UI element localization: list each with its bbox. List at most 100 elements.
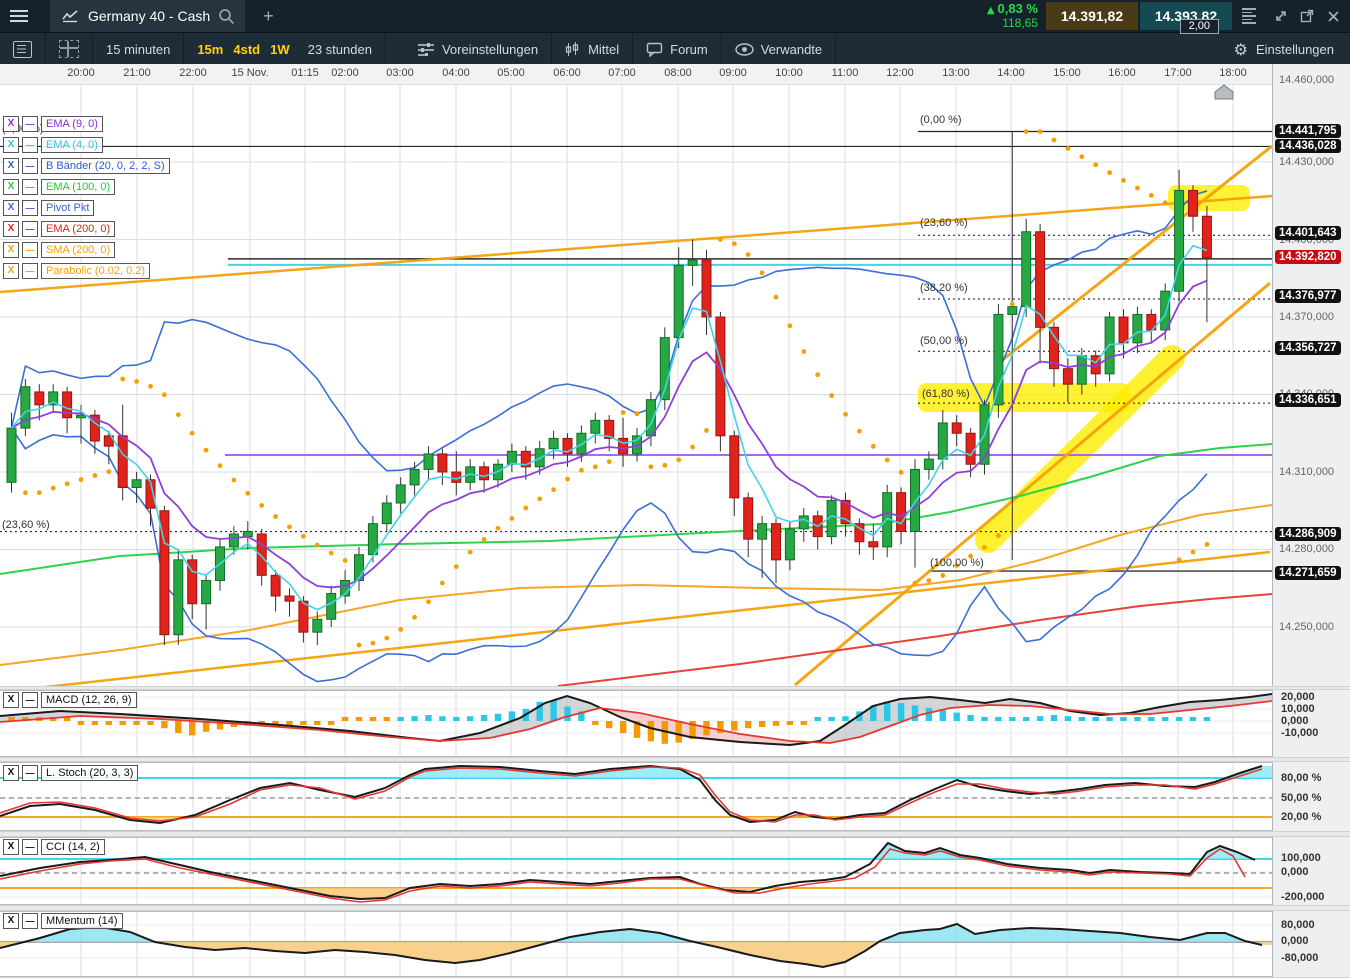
preset-1w[interactable]: 1W bbox=[265, 33, 295, 65]
legend-label[interactable]: B Bänder (20, 0, 2, 2, S) bbox=[41, 157, 170, 174]
indicator-axis-label: 80,000 bbox=[1281, 919, 1315, 931]
time-label: 01:15 bbox=[291, 67, 319, 79]
legend-minimize-button[interactable]: — bbox=[22, 262, 38, 279]
price-grid-label: 14.430,000 bbox=[1279, 156, 1335, 168]
preset-15m[interactable]: 15m bbox=[184, 33, 228, 65]
momentum-panel[interactable] bbox=[0, 911, 1272, 977]
legend-label[interactable]: EMA (100, 0) bbox=[41, 178, 116, 195]
legend-minimize-button[interactable]: — bbox=[22, 178, 38, 195]
time-label: 08:00 bbox=[664, 67, 692, 79]
price-level-badge: 14.336,651 bbox=[1275, 393, 1341, 407]
indicator-axis-label: 80,00 % bbox=[1281, 772, 1322, 784]
indicator-axis-label: 0,000 bbox=[1281, 866, 1309, 878]
grid-layout-icon[interactable] bbox=[46, 33, 93, 65]
legend-minimize-button[interactable]: — bbox=[22, 157, 38, 174]
indicator-axis-label: -200,000 bbox=[1281, 891, 1325, 903]
mittel-button[interactable]: Mittel bbox=[552, 33, 634, 65]
legend-label[interactable]: EMA (9, 0) bbox=[41, 115, 103, 132]
time-label: 05:00 bbox=[497, 67, 525, 79]
time-axis[interactable]: 20:00 21:00 22:00 15 Nov. 01:15 02:00 03:00 04:… bbox=[0, 64, 1272, 85]
legend-remove-button[interactable]: X bbox=[3, 157, 19, 174]
legend-label[interactable]: EMA (4, 0) bbox=[41, 136, 103, 153]
legend-minimize-button[interactable]: — bbox=[22, 220, 38, 237]
up-triangle-icon: ▲ bbox=[986, 5, 995, 16]
indicator-axis-label: 20,00 % bbox=[1281, 811, 1322, 823]
forum-button[interactable]: Forum bbox=[633, 33, 722, 65]
indicator-axis-label: 0,000 bbox=[1281, 715, 1309, 727]
panel-separator bbox=[0, 757, 1350, 762]
legend-remove-button[interactable]: X bbox=[3, 115, 19, 132]
close-icon[interactable] bbox=[1320, 3, 1346, 29]
range-button[interactable]: 23 stunden bbox=[295, 33, 386, 65]
price-axis[interactable]: 14.460,000 14.430,000 14.400,000 14.370,000… bbox=[1272, 64, 1350, 978]
legend-remove-button[interactable]: X bbox=[3, 262, 19, 279]
legend-remove-button[interactable]: X bbox=[3, 199, 19, 216]
indicator-axis-label: -80,000 bbox=[1281, 952, 1319, 964]
legend-remove-button[interactable]: X bbox=[3, 220, 19, 237]
legend-row-0: X — EMA (9, 0) bbox=[3, 115, 103, 132]
price-level-badge: 14.441,795 bbox=[1275, 124, 1341, 138]
time-label: 15 Nov. bbox=[231, 67, 269, 79]
legend-remove-button[interactable]: X bbox=[3, 912, 19, 929]
legend-label[interactable]: MACD (12, 26, 9) bbox=[41, 691, 137, 708]
price-grid-label: 14.280,000 bbox=[1279, 543, 1335, 555]
preset-4std[interactable]: 4std bbox=[228, 33, 265, 65]
svg-text:(100,00 %): (100,00 %) bbox=[930, 557, 984, 569]
legend-minimize-button[interactable]: — bbox=[22, 691, 38, 708]
legend-minimize-button[interactable]: — bbox=[22, 136, 38, 153]
settings-button[interactable]: ⚙ Einstellungen bbox=[1218, 40, 1350, 59]
instrument-tab[interactable]: Germany 40 - Cash bbox=[50, 0, 246, 32]
list-view-icon[interactable] bbox=[0, 33, 46, 65]
legend-row-2: X — B Bänder (20, 0, 2, 2, S) bbox=[3, 157, 170, 174]
legend-minimize-button[interactable]: — bbox=[22, 115, 38, 132]
legend-remove-button[interactable]: X bbox=[3, 691, 19, 708]
main-chart[interactable]: (0,00 %) (23,60 %) (38,20 %) (50,00 %) (61,8… bbox=[0, 84, 1272, 686]
legend-label[interactable]: Parabolic (0.02, 0.2) bbox=[41, 262, 151, 279]
time-label: 18:00 bbox=[1219, 67, 1247, 79]
price-level-badge: 14.436,028 bbox=[1275, 139, 1341, 153]
chart-toolbar: 15 minuten 15m 4std 1W 23 stunden Vorein… bbox=[0, 32, 1350, 65]
indicator-axis-label: 20,000 bbox=[1281, 691, 1315, 703]
sell-button[interactable]: 14.391,82 bbox=[1046, 2, 1138, 30]
time-label: 20:00 bbox=[67, 67, 95, 79]
price-level-badge: 14.286,909 bbox=[1275, 527, 1341, 541]
price-level-badge: 14.271,659 bbox=[1275, 566, 1341, 580]
stoch-panel[interactable] bbox=[0, 762, 1272, 831]
legend-minimize-button[interactable]: — bbox=[22, 838, 38, 855]
legend-label[interactable]: L. Stoch (20, 3, 3) bbox=[41, 764, 139, 781]
add-tab-icon[interactable]: + bbox=[263, 6, 274, 27]
legend-remove-button[interactable]: X bbox=[3, 136, 19, 153]
candles-icon bbox=[565, 41, 579, 56]
legend-remove-button[interactable]: X bbox=[3, 838, 19, 855]
legend-minimize-button[interactable]: — bbox=[22, 764, 38, 781]
search-icon[interactable] bbox=[218, 8, 235, 25]
panel-legend-1: X — L. Stoch (20, 3, 3) bbox=[3, 764, 139, 781]
legend-label[interactable]: Pivot Pkt bbox=[41, 199, 95, 216]
depth-icon[interactable] bbox=[1242, 6, 1262, 26]
legend-minimize-button[interactable]: — bbox=[22, 912, 38, 929]
legend-label[interactable]: CCI (14, 2) bbox=[41, 838, 105, 855]
cci-panel[interactable] bbox=[0, 837, 1272, 905]
eye-icon bbox=[735, 42, 754, 56]
legend-minimize-button[interactable]: — bbox=[22, 199, 38, 216]
legend-remove-button[interactable]: X bbox=[3, 178, 19, 195]
expand-icon[interactable] bbox=[1268, 3, 1294, 29]
legend-label[interactable]: EMA (200, 0) bbox=[41, 220, 116, 237]
panel-legend-2: X — CCI (14, 2) bbox=[3, 838, 105, 855]
timeframe-button[interactable]: 15 minuten bbox=[93, 33, 185, 65]
price-change: ▲ 0,83 % 118,65 bbox=[986, 1, 1038, 30]
price-grid-label: 14.370,000 bbox=[1279, 311, 1335, 323]
menu-icon[interactable] bbox=[0, 0, 38, 32]
legend-label[interactable]: MMentum (14) bbox=[41, 912, 123, 929]
spread-badge: 2,00 bbox=[1179, 19, 1219, 34]
panel-separator bbox=[0, 686, 1350, 690]
panel-separator bbox=[0, 831, 1350, 837]
legend-minimize-button[interactable]: — bbox=[22, 241, 38, 258]
legend-remove-button[interactable]: X bbox=[3, 764, 19, 781]
legend-label[interactable]: SMA (200, 0) bbox=[41, 241, 116, 258]
legend-remove-button[interactable]: X bbox=[3, 241, 19, 258]
popout-icon[interactable] bbox=[1294, 3, 1320, 29]
related-button[interactable]: Verwandte bbox=[722, 33, 837, 65]
macd-panel[interactable] bbox=[0, 690, 1272, 757]
presets-button[interactable]: Voreinstellungen bbox=[404, 33, 553, 65]
